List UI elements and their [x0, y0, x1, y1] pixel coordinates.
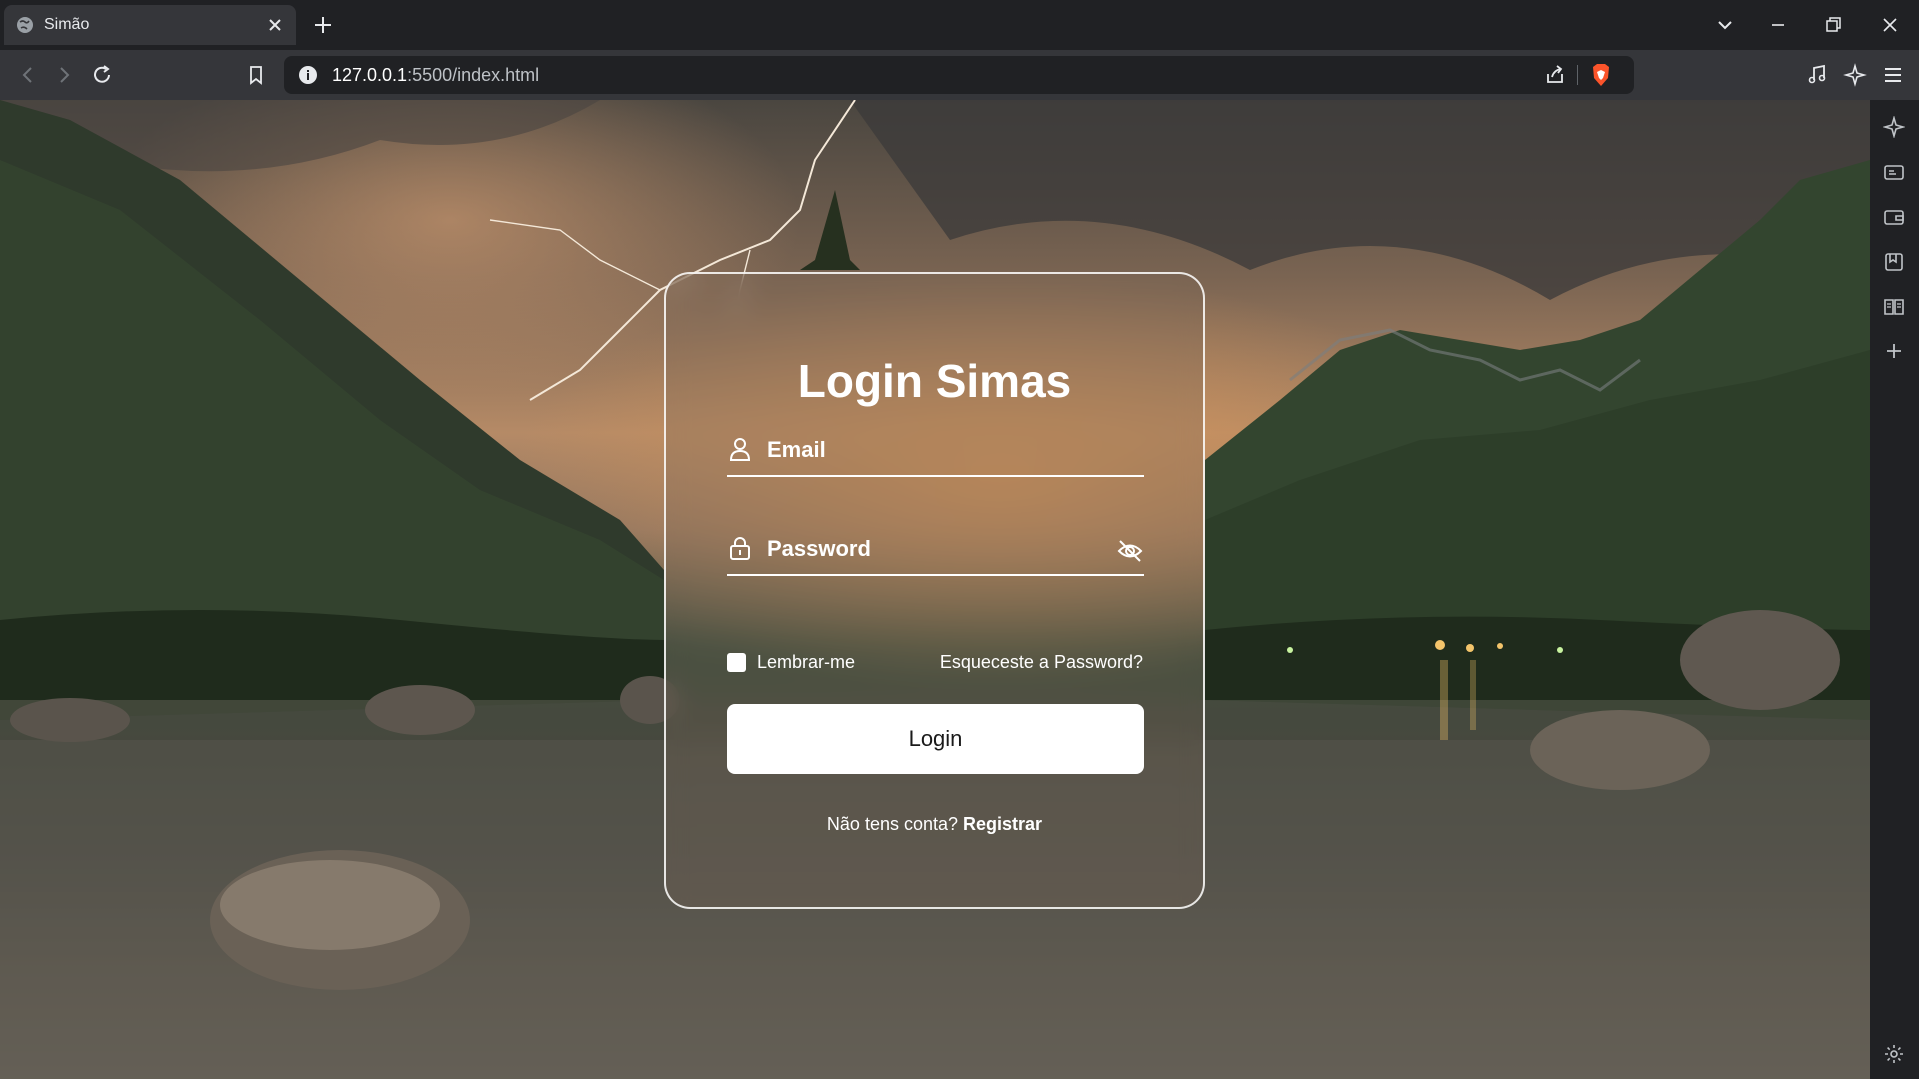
url-host: 127.0.0.1: [332, 64, 408, 85]
brave-shields-icon[interactable]: [1590, 63, 1612, 87]
login-card: Login Simas Lembrar-me: [664, 272, 1205, 909]
bookmarks-icon[interactable]: [1883, 251, 1905, 273]
eye-off-icon[interactable]: [1116, 538, 1144, 564]
menu-icon[interactable]: [1881, 63, 1905, 87]
bookmark-icon[interactable]: [244, 63, 268, 87]
minimize-icon[interactable]: [1767, 14, 1789, 36]
share-icon[interactable]: [1544, 64, 1566, 86]
tab-strip: Simão: [0, 0, 1919, 50]
login-title: Login Simas: [797, 355, 1072, 407]
register-link[interactable]: Registrar: [963, 814, 1042, 834]
browser-toolbar: 127.0.0.1:5500/index.html: [0, 50, 1919, 100]
user-icon: [729, 438, 751, 461]
lock-icon: [730, 537, 750, 560]
forward-icon[interactable]: [52, 63, 76, 87]
address-divider: [1577, 65, 1578, 85]
register-prompt-line: Não tens conta? Registrar: [666, 814, 1203, 835]
tab-title: Simão: [44, 16, 90, 33]
address-bar[interactable]: 127.0.0.1:5500/index.html: [284, 56, 1634, 94]
browser-tab[interactable]: Simão: [4, 5, 296, 45]
email-input[interactable]: [765, 427, 1095, 473]
close-window-icon[interactable]: [1879, 14, 1901, 36]
url-path: :5500/index.html: [407, 64, 540, 85]
reload-icon[interactable]: [90, 63, 114, 87]
news-icon[interactable]: [1883, 161, 1905, 183]
page-viewport: Login Simas Lembrar-me: [0, 100, 1870, 1079]
remember-label: Lembrar-me: [757, 652, 856, 672]
media-icon[interactable]: [1805, 63, 1829, 87]
leo-ai-icon[interactable]: [1843, 63, 1867, 87]
register-prompt: Não tens conta?: [826, 814, 959, 834]
email-field-group: [727, 427, 1144, 477]
sidebar-settings-icon[interactable]: [1883, 1043, 1905, 1065]
leo-sidebar-icon[interactable]: [1883, 116, 1905, 138]
close-tab-icon[interactable]: [266, 16, 284, 34]
forgot-password-link[interactable]: Esqueceste a Password?: [940, 652, 1143, 673]
restore-icon[interactable]: [1822, 14, 1844, 36]
tab-search-chevron-icon[interactable]: [1714, 14, 1736, 36]
remember-me[interactable]: Lembrar-me: [727, 652, 855, 673]
browser-sidebar: [1870, 100, 1919, 1079]
site-info-icon[interactable]: [298, 65, 318, 85]
globe-icon: [17, 17, 33, 33]
wallet-icon[interactable]: [1883, 206, 1905, 228]
back-icon[interactable]: [16, 63, 40, 87]
new-tab-icon[interactable]: [312, 14, 334, 36]
password-field-group: [727, 526, 1144, 576]
password-input[interactable]: [765, 526, 1095, 572]
login-button[interactable]: Login: [727, 704, 1144, 774]
add-sidebar-item-icon[interactable]: [1883, 340, 1905, 362]
remember-checkbox[interactable]: [727, 653, 746, 672]
reading-list-icon[interactable]: [1883, 296, 1905, 318]
